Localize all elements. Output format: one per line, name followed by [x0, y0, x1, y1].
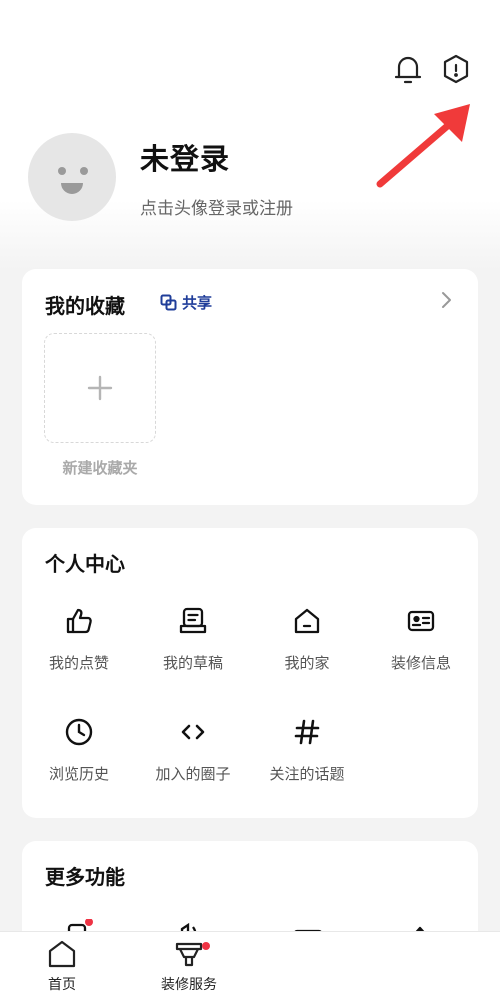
- avatar-eye: [80, 167, 88, 175]
- profile-text: 未登录 点击头像登录或注册: [140, 136, 293, 219]
- profile-subtitle[interactable]: 点击头像登录或注册: [140, 194, 293, 219]
- profile-section: 未登录 点击头像登录或注册: [28, 133, 293, 221]
- personal-center-title: 个人中心: [45, 552, 125, 576]
- profile-title[interactable]: 未登录: [140, 136, 293, 178]
- grid-item-my-home[interactable]: 我的家: [250, 604, 364, 673]
- favorites-title[interactable]: 我的收藏: [45, 290, 125, 319]
- thumbs-up-icon: [66, 608, 92, 634]
- service-tab-icon: [175, 942, 203, 967]
- avatar[interactable]: [28, 133, 116, 221]
- grid-item-label: 加入的圈子: [155, 765, 231, 783]
- more-features-title: 更多功能: [45, 865, 125, 889]
- avatar-eye: [58, 167, 66, 175]
- personal-center-card: 个人中心 我的点赞 我的草稿 我的家 装修信息 浏览历史 加入的圈子 关注的话题: [22, 528, 478, 818]
- bell-icon[interactable]: [394, 52, 422, 86]
- id-card-icon: [407, 610, 435, 632]
- grid-item-renovation-info[interactable]: 装修信息: [364, 604, 478, 673]
- new-folder-button[interactable]: [44, 333, 156, 443]
- grid-item-drafts[interactable]: 我的草稿: [136, 604, 250, 673]
- chevron-right-icon[interactable]: [440, 291, 452, 309]
- share-button[interactable]: 共享: [160, 292, 212, 313]
- grid-item-label: 我的点赞: [48, 654, 109, 672]
- grid-item-label: 装修信息: [390, 654, 451, 672]
- favorites-card: 我的收藏 共享 新建收藏夹: [22, 269, 478, 505]
- home-icon: [294, 608, 320, 634]
- settings-hex-icon[interactable]: [442, 52, 470, 86]
- grid-item-label: 我的家: [284, 654, 330, 672]
- home-tab-icon: [48, 940, 76, 968]
- grid-item-circles[interactable]: 加入的圈子: [136, 715, 250, 784]
- share-icon: [160, 294, 177, 311]
- grid-item-label: 浏览历史: [48, 765, 109, 783]
- notification-dot: [202, 942, 210, 950]
- draft-icon: [179, 607, 207, 634]
- bottom-nav: 首页 装修服务: [0, 931, 500, 1000]
- header-actions: [394, 52, 470, 86]
- new-folder-label: 新建收藏夹: [62, 459, 138, 477]
- tab-renovation-service[interactable]: 装修服务: [152, 940, 226, 994]
- share-label: 共享: [182, 294, 213, 312]
- grid-item-label: 我的草稿: [162, 654, 223, 672]
- code-brackets-icon: [181, 724, 205, 740]
- tab-home[interactable]: 首页: [40, 940, 84, 994]
- clock-icon: [65, 718, 93, 746]
- grid-item-topics[interactable]: 关注的话题: [250, 715, 364, 784]
- tab-renovation-service-label: 装修服务: [161, 977, 217, 993]
- avatar-mouth: [61, 183, 83, 194]
- grid-item-history[interactable]: 浏览历史: [22, 715, 136, 784]
- hashtag-icon: [294, 719, 320, 745]
- grid-item-likes[interactable]: 我的点赞: [22, 604, 136, 673]
- tab-home-label: 首页: [48, 977, 76, 993]
- plus-icon: [87, 375, 113, 401]
- grid-item-label: 关注的话题: [269, 765, 345, 783]
- pointer-arrow-icon: [376, 104, 470, 188]
